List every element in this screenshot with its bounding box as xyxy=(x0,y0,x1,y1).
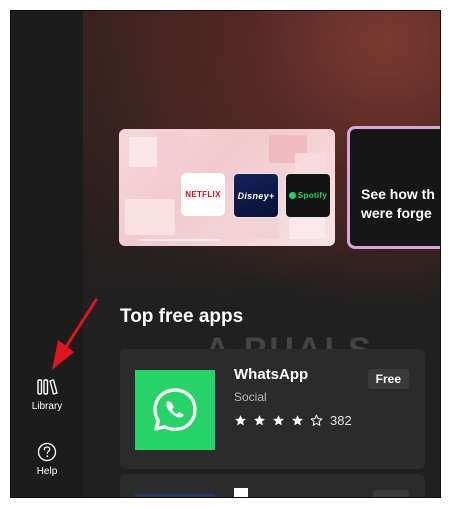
star-rating: 382 xyxy=(234,413,352,428)
star-filled-icon xyxy=(235,415,246,426)
disney-plus-tile[interactable]: Disney+ xyxy=(233,173,279,218)
featured-story-line-1: See how th xyxy=(361,186,435,202)
netflix-label: NETFLIX xyxy=(185,190,221,199)
sidebar-item-library[interactable]: Library xyxy=(11,377,83,412)
disney-plus-label: Disney+ xyxy=(237,190,275,201)
sidebar-item-help[interactable]: Help xyxy=(11,442,83,477)
carousel-indicator xyxy=(139,239,219,241)
library-icon xyxy=(37,379,58,395)
whatsapp-logo-icon xyxy=(153,388,197,431)
app-category: Social xyxy=(234,390,267,404)
star-filled-icon xyxy=(273,415,284,426)
store-window: Library Help NETFLIX Disney+ Spotify See… xyxy=(10,10,441,498)
sidebar-item-label: Library xyxy=(31,401,63,412)
whatsapp-app-icon xyxy=(135,370,215,450)
price-badge[interactable]: Free xyxy=(367,369,409,389)
spotify-tile[interactable]: Spotify xyxy=(285,173,331,218)
star-filled-icon xyxy=(254,415,265,426)
app-icon xyxy=(135,494,215,497)
streaming-promo-card[interactable]: NETFLIX Disney+ Spotify xyxy=(119,129,335,246)
help-icon xyxy=(37,442,57,462)
spotify-label: Spotify xyxy=(297,191,328,200)
app-name-partial xyxy=(234,488,248,497)
app-card-next[interactable] xyxy=(120,474,425,497)
rating-count: 382 xyxy=(330,413,352,428)
star-empty-icon xyxy=(310,414,323,426)
app-name: WhatsApp xyxy=(234,366,309,383)
spotify-logo-icon xyxy=(288,192,296,199)
price-badge[interactable] xyxy=(373,490,409,497)
main-content: NETFLIX Disney+ Spotify See how th were … xyxy=(83,11,440,497)
sidebar: Library Help xyxy=(11,11,83,497)
featured-story-line-2: were forge xyxy=(361,205,432,221)
sidebar-item-label: Help xyxy=(36,466,58,477)
app-card-whatsapp[interactable]: WhatsApp Social 382 Free xyxy=(120,349,425,469)
featured-story-text: See how th were forge xyxy=(361,185,440,223)
netflix-tile[interactable]: NETFLIX xyxy=(181,173,225,216)
section-title[interactable]: Top free apps xyxy=(120,306,243,328)
star-filled-icon xyxy=(292,415,303,426)
featured-story-card[interactable]: See how th were forge xyxy=(347,126,440,249)
